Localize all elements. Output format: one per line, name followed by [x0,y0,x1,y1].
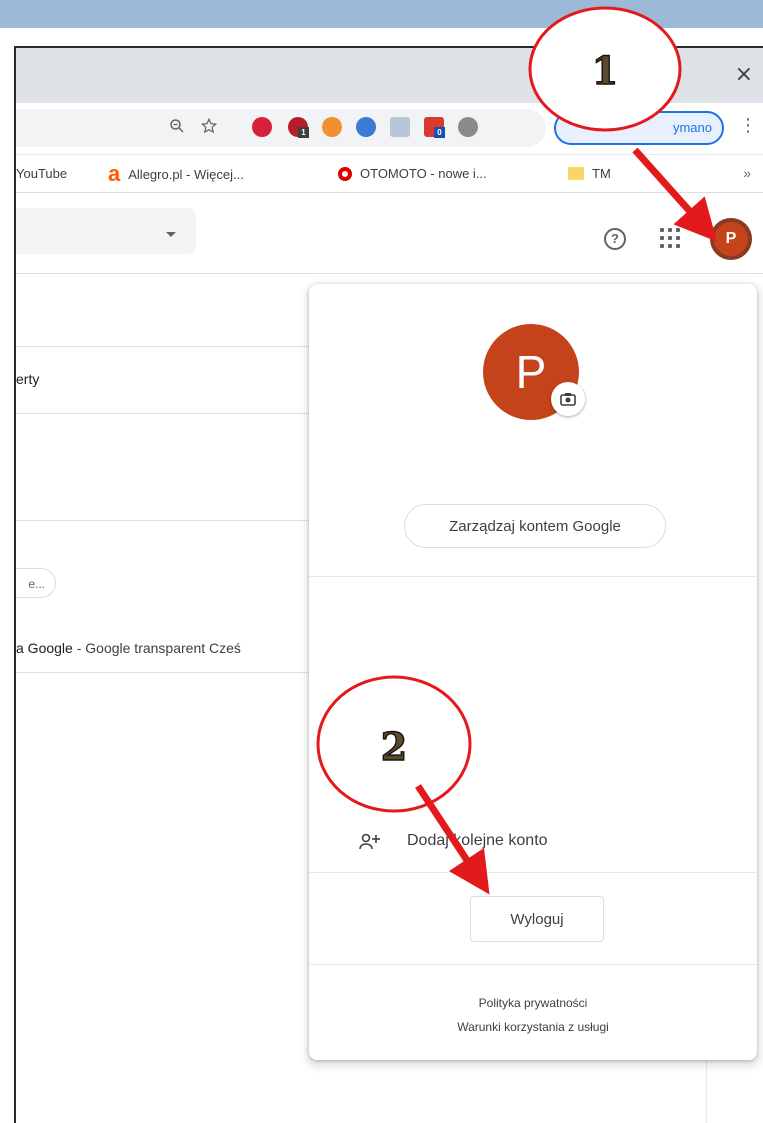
account-menu-popup: P Zarządzaj kontem Google Dodaj kolejne … [309,284,757,1060]
extension-orange-icon[interactable] [322,117,342,137]
bookmark-label: TM [592,166,611,181]
browser-toolbar: 1 0 ymano ⋮ [16,103,763,155]
camera-icon[interactable] [551,382,585,416]
chevron-down-icon[interactable] [166,232,176,237]
divider [16,672,326,673]
bookmark-allegro[interactable]: a Allegro.pl - Więcej... [108,161,244,186]
app-header: ? P [16,194,763,274]
result-title: a Google [16,640,73,656]
extension-badge: 1 [298,127,309,138]
otomoto-icon [338,166,352,181]
add-account-label: Dodaj kolejne konto [407,832,548,849]
extension-red-icon[interactable] [252,117,272,137]
more-bookmarks-icon[interactable]: » [743,165,751,181]
chip-label: e... [28,577,45,591]
card-text: erty [16,371,40,387]
bookmark-label: OTOMOTO - nowe i... [360,166,487,181]
extension-opera-icon[interactable]: 1 [288,117,309,138]
extension-badge: 0 [434,127,445,138]
bookmark-otomoto[interactable]: OTOMOTO - nowe i... [338,166,487,181]
extension-blue-icon[interactable] [356,117,376,137]
profile-name: ymano [672,120,712,135]
terms-of-service-link[interactable]: Warunki korzystania z usługi [309,1020,757,1034]
add-person-icon [359,832,381,852]
browser-profile-button[interactable]: ymano [554,111,724,145]
bookmarks-bar: YouTube a Allegro.pl - Więcej... OTOMOTO… [16,155,763,193]
divider [309,576,757,577]
sign-out-button[interactable]: Wyloguj [470,896,604,942]
bookmark-label: Allegro.pl - Więcej... [128,166,244,182]
add-account-row[interactable]: Dodaj kolejne konto [309,820,757,862]
filter-chip[interactable]: e... [16,568,56,598]
manage-google-account-button[interactable]: Zarządzaj kontem Google [404,504,666,548]
apps-grid-icon[interactable] [660,228,680,248]
close-window-button[interactable]: × [735,62,753,87]
extension-red-square-icon[interactable]: 0 [424,117,445,138]
browser-menu-icon[interactable]: ⋮ [739,115,757,136]
bookmark-star-icon[interactable] [198,115,220,137]
bookmark-youtube[interactable]: YouTube [16,166,67,181]
result-description: - Google transparent Cześ [72,640,241,656]
privacy-policy-link[interactable]: Polityka prywatności [309,996,757,1010]
divider [16,520,326,521]
content-card: erty [16,346,326,414]
extension-gray-icon[interactable] [390,117,410,137]
bookmark-tm[interactable]: TM [568,166,611,181]
top-color-band [0,0,763,28]
divider [309,964,757,965]
help-icon[interactable]: ? [604,228,626,250]
bookmark-label: YouTube [16,166,68,181]
allegro-icon: a [108,161,121,186]
divider [309,872,757,873]
title-bar: × [16,48,763,103]
result-link[interactable]: a Google - Google transparent Cześ [16,640,326,656]
search-box[interactable] [16,208,196,254]
zoom-icon[interactable] [166,115,188,137]
extension-film-icon[interactable] [458,117,478,137]
folder-icon [568,167,584,180]
account-avatar-button[interactable]: P [710,218,752,260]
